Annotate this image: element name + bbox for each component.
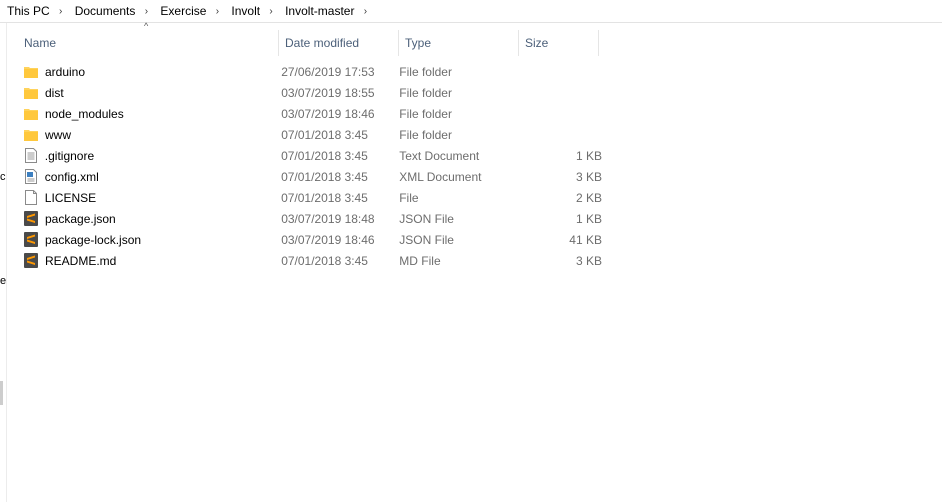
file-type: XML Document xyxy=(399,169,482,184)
column-header-size[interactable]: Size xyxy=(519,30,599,56)
file-name: package-lock.json xyxy=(45,232,142,247)
file-row[interactable]: config.xml 07/01/2018 3:45 XML Document … xyxy=(24,166,602,187)
folder-icon xyxy=(24,64,38,80)
file-type: File xyxy=(399,190,419,205)
file-row[interactable]: LICENSE 07/01/2018 3:45 File 2 KB xyxy=(24,187,602,208)
file-size: 3 KB xyxy=(575,253,602,268)
column-header-label: Size xyxy=(525,36,549,50)
chevron-right-icon[interactable]: › xyxy=(210,6,224,17)
blank-file-icon xyxy=(24,190,38,206)
sort-ascending-icon: ^ xyxy=(144,21,149,31)
file-date-modified: 07/01/2018 3:45 xyxy=(281,190,368,205)
breadcrumb-label: This PC xyxy=(7,4,50,18)
file-type: File folder xyxy=(399,127,452,142)
file-date-modified: 03/07/2019 18:55 xyxy=(281,85,375,100)
file-date-modified: 07/01/2018 3:45 xyxy=(281,253,368,268)
file-size: 1 KB xyxy=(576,148,603,163)
file-date-modified: 27/06/2019 17:53 xyxy=(281,64,375,79)
file-date-modified: 07/01/2018 3:45 xyxy=(281,169,368,184)
file-type: File folder xyxy=(399,85,452,100)
file-name: arduino xyxy=(45,64,86,79)
breadcrumb-label: Exercise xyxy=(160,4,207,18)
column-header-label: Date modified xyxy=(285,36,360,50)
breadcrumb-label: Documents xyxy=(74,4,136,18)
file-name: config.xml xyxy=(44,169,99,184)
sublime-text-icon xyxy=(24,211,38,227)
file-type: File folder xyxy=(399,106,452,121)
file-size: 2 KB xyxy=(576,190,603,205)
chevron-right-icon[interactable]: › xyxy=(264,6,278,17)
file-name: README.md xyxy=(45,253,117,268)
file-name: www xyxy=(45,127,71,142)
column-header-name[interactable]: ^ Name xyxy=(18,21,279,56)
file-name: dist xyxy=(45,85,64,100)
file-date-modified: 07/01/2018 3:45 xyxy=(281,148,368,163)
file-name: LICENSE xyxy=(44,190,97,205)
file-type: JSON File xyxy=(399,232,454,247)
file-list: arduino 27/06/2019 17:53 File folder dis… xyxy=(24,61,602,271)
file-row[interactable]: dist 03/07/2019 18:55 File folder xyxy=(24,82,602,103)
file-row[interactable]: .gitignore 07/01/2018 3:45 Text Document… xyxy=(24,145,602,166)
folder-icon xyxy=(24,127,38,143)
file-row[interactable]: www 07/01/2018 3:45 File folder xyxy=(24,124,602,145)
sublime-text-icon xyxy=(24,253,38,269)
file-size: 41 KB xyxy=(569,232,602,247)
text-document-icon xyxy=(24,148,38,164)
file-row[interactable]: arduino 27/06/2019 17:53 File folder xyxy=(24,61,602,82)
file-type: MD File xyxy=(399,253,441,268)
xml-document-icon xyxy=(24,169,38,185)
nav-pane-text-fragment: e xyxy=(0,275,7,287)
breadcrumb-label: Involt xyxy=(231,4,261,18)
column-header-label: Type xyxy=(405,36,432,50)
chevron-right-icon[interactable]: › xyxy=(54,6,68,17)
breadcrumb-item-involt-master[interactable]: Involt-master › xyxy=(278,0,372,23)
file-name: package.json xyxy=(45,211,116,226)
nav-pane-scrollbar[interactable] xyxy=(0,381,3,405)
breadcrumb-item-exercise[interactable]: Exercise › xyxy=(153,0,224,23)
folder-icon xyxy=(24,106,38,122)
file-date-modified: 03/07/2019 18:46 xyxy=(281,106,375,121)
file-size: 1 KB xyxy=(575,211,602,226)
breadcrumb: This PC › Documents › Exercise › Involt … xyxy=(0,0,942,23)
file-date-modified: 03/07/2019 18:46 xyxy=(281,232,375,247)
navigation-pane[interactable]: c e xyxy=(0,23,7,502)
file-date-modified: 07/01/2018 3:45 xyxy=(281,127,368,142)
sublime-text-icon xyxy=(24,232,38,248)
file-size: 3 KB xyxy=(576,169,603,184)
column-headers: ^ Name Date modified Type Size xyxy=(18,21,599,56)
file-date-modified: 03/07/2019 18:48 xyxy=(281,211,375,226)
file-row[interactable]: node_modules 03/07/2019 18:46 File folde… xyxy=(24,103,602,124)
column-header-date-modified[interactable]: Date modified xyxy=(279,30,399,56)
file-row[interactable]: package.json 03/07/2019 18:48 JSON File … xyxy=(24,208,602,229)
breadcrumb-item-involt[interactable]: Involt › xyxy=(224,0,278,23)
column-header-type[interactable]: Type xyxy=(399,30,519,56)
file-type: File folder xyxy=(399,64,452,79)
file-name: node_modules xyxy=(45,106,124,121)
file-name: .gitignore xyxy=(44,148,95,163)
breadcrumb-item-this-pc[interactable]: This PC › xyxy=(0,0,68,23)
nav-pane-text-fragment: c xyxy=(0,171,6,183)
file-explorer-window: This PC › Documents › Exercise › Involt … xyxy=(0,0,942,502)
chevron-right-icon[interactable]: › xyxy=(139,6,153,17)
folder-icon xyxy=(24,85,38,101)
breadcrumb-item-documents[interactable]: Documents › xyxy=(68,0,154,23)
file-type: JSON File xyxy=(399,211,454,226)
file-row[interactable]: package-lock.json 03/07/2019 18:46 JSON … xyxy=(24,229,602,250)
breadcrumb-label: Involt-master xyxy=(285,4,355,18)
column-header-label: Name xyxy=(24,36,57,50)
chevron-right-icon[interactable]: › xyxy=(358,6,372,17)
file-type: Text Document xyxy=(399,148,480,163)
file-row[interactable]: README.md 07/01/2018 3:45 MD File 3 KB xyxy=(24,250,602,271)
